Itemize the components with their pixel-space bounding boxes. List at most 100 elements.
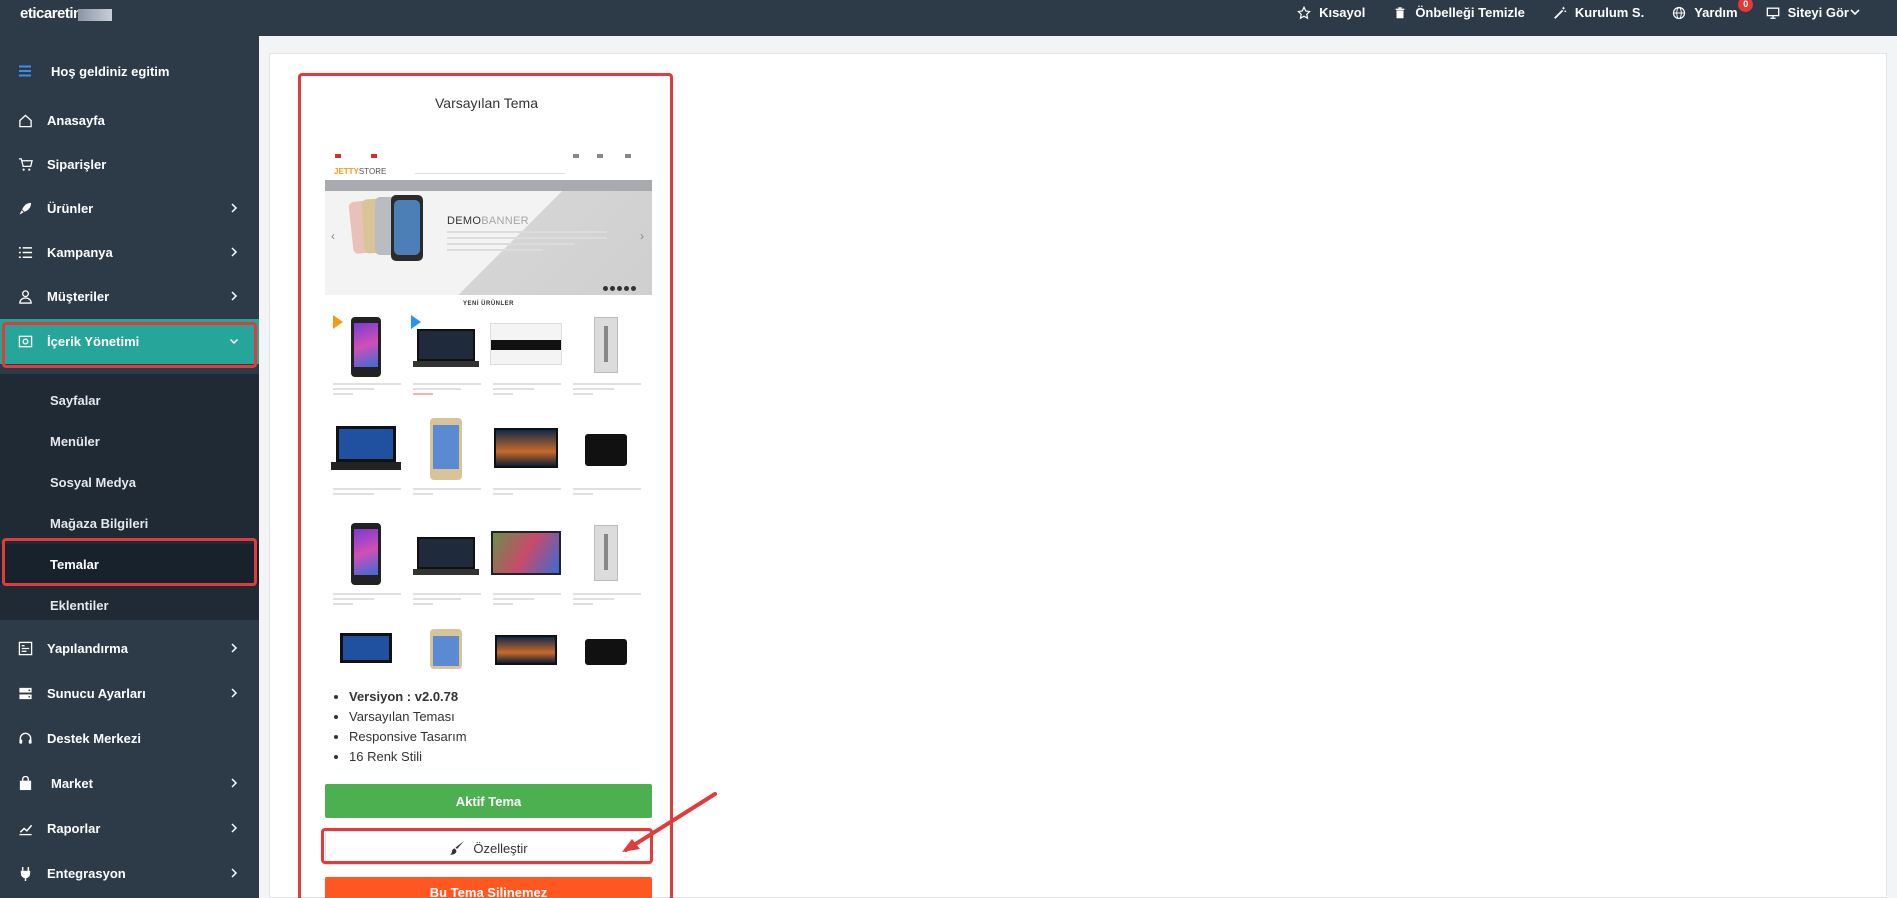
sidebar-item-market[interactable]: Market [0, 761, 259, 805]
plug-icon [20, 866, 31, 881]
preview-product [487, 523, 565, 623]
setup-wizard-label: Kurulum S. [1574, 5, 1645, 20]
chart-icon [19, 824, 33, 835]
submenu-item-label: Menüler [50, 433, 100, 449]
preview-search-bar [415, 168, 565, 174]
user-icon [19, 289, 32, 304]
chevron-right-icon [231, 868, 238, 878]
sidebar: Hoş geldiniz egitim Anasayfa Siparişler … [0, 36, 259, 898]
sidebar-item-reports[interactable]: Raporlar [0, 806, 259, 850]
preview-top-strip [325, 149, 652, 161]
chevron-right-icon [231, 778, 238, 788]
submenu-item-plugins[interactable]: Eklentiler [0, 585, 259, 625]
hamburger-icon[interactable] [18, 64, 32, 78]
delete-theme-button[interactable]: Bu Tema Silinemez [325, 877, 652, 898]
preview-product [407, 629, 485, 674]
sidebar-item-configuration[interactable]: Yapılandırma [0, 626, 259, 670]
brand-logo-text: eticaretin [20, 5, 82, 22]
rocket-icon [19, 202, 32, 215]
sidebar-item-label: Market [51, 775, 93, 791]
sidebar-item-label: Müşteriler [47, 288, 110, 304]
preview-product [327, 523, 405, 623]
shortcut-label: Kısayol [1319, 5, 1366, 20]
view-site-link[interactable]: Siteyi Gör [1766, 5, 1849, 20]
sidebar-item-content-management[interactable]: İçerik Yönetimi [0, 319, 259, 364]
top-nav: Kısayol Önbelleği Temizle Kurulum S. Yar… [1269, 0, 1849, 25]
submenu-item-label: Mağaza Bilgileri [50, 515, 149, 531]
theme-feature: Varsayılan Teması [349, 707, 467, 727]
brand-logo[interactable]: eticaretin [20, 5, 112, 23]
monitor-icon [1766, 7, 1779, 19]
sidebar-item-label: Raporlar [47, 820, 101, 836]
sidebar-item-campaign[interactable]: Kampanya [0, 230, 259, 274]
clear-cache-link[interactable]: Önbelleği Temizle [1393, 5, 1525, 20]
headset-icon [19, 732, 32, 744]
preview-product [407, 418, 485, 518]
preview-product [487, 313, 565, 413]
server-icon [19, 687, 32, 699]
preview-product [487, 629, 565, 674]
user-menu-chevron-icon[interactable] [1849, 6, 1861, 18]
content-submenu: Sayfalar Menüler Sosyal Medya Mağaza Bil… [0, 374, 259, 620]
sidebar-item-support-center[interactable]: Destek Merkezi [0, 716, 259, 760]
top-bar: eticaretin Kısayol Önbelleği Temizle Kur… [0, 0, 1897, 36]
annotation-arrow-icon [622, 792, 717, 852]
theme-version: Versiyon : v2.0.78 [349, 687, 467, 707]
welcome-text: Hoş geldiniz egitim [51, 63, 170, 79]
theme-preview-image: JETTYSTORE DEMOBANNER ‹ › YENİ ÜRÜNLER [325, 149, 652, 674]
submenu-item-themes[interactable]: Temalar [0, 544, 259, 584]
preview-section-title: YENİ ÜRÜNLER [462, 301, 514, 307]
preview-product [567, 418, 645, 518]
home-icon [19, 113, 32, 127]
sidebar-welcome: Hoş geldiniz egitim [0, 56, 259, 86]
sidebar-item-label: Sunucu Ayarları [47, 685, 146, 701]
help-label: Yardım [1694, 5, 1738, 20]
chevron-right-icon [231, 203, 238, 213]
preview-logo: JETTYSTORE [334, 167, 387, 176]
theme-card: Varsayılan Tema JETTYSTORE DEMOBANNER ‹ … [300, 75, 671, 898]
star-icon [1297, 5, 1312, 19]
sidebar-item-label: Siparişler [47, 156, 107, 172]
preview-product [487, 418, 565, 518]
config-icon [18, 641, 33, 655]
help-link[interactable]: Yardım 0 [1672, 0, 1754, 20]
brand-logo-bar [78, 9, 112, 21]
preview-product [567, 523, 645, 623]
submenu-item-label: Sayfalar [50, 392, 101, 408]
sidebar-item-server-settings[interactable]: Sunucu Ayarları [0, 671, 259, 715]
preview-product [407, 523, 485, 623]
submenu-item-label: Temalar [50, 556, 99, 572]
sidebar-item-integration[interactable]: Entegrasyon [0, 851, 259, 895]
preview-banner-title: DEMOBANNER [447, 215, 529, 227]
submenu-item-pages[interactable]: Sayfalar [0, 380, 259, 420]
chevron-down-icon [229, 338, 239, 345]
submenu-item-store-info[interactable]: Mağaza Bilgileri [0, 503, 259, 543]
sidebar-item-label: Ürünler [47, 200, 94, 216]
content-icon [18, 335, 33, 348]
submenu-item-label: Sosyal Medya [50, 474, 136, 490]
theme-features-list: Versiyon : v2.0.78 Varsayılan Teması Res… [349, 687, 467, 767]
clear-cache-label: Önbelleği Temizle [1415, 5, 1525, 20]
customize-button-label: Özelleştir [473, 840, 528, 856]
theme-feature: 16 Renk Stili [349, 747, 467, 767]
chevron-right-icon [231, 643, 238, 653]
chevron-right-icon [231, 823, 238, 833]
preview-product [327, 629, 405, 674]
sidebar-item-orders[interactable]: Siparişler [0, 142, 259, 186]
shortcut-link[interactable]: Kısayol [1297, 5, 1365, 20]
preview-product [327, 418, 405, 518]
sidebar-item-products[interactable]: Ürünler [0, 186, 259, 230]
paintbrush-icon [450, 841, 465, 855]
preview-product [327, 313, 405, 413]
sidebar-item-label: Kampanya [47, 244, 113, 260]
chevron-right-icon [231, 247, 238, 257]
magic-wand-icon [1554, 6, 1566, 19]
setup-wizard-link[interactable]: Kurulum S. [1553, 5, 1644, 20]
sidebar-item-label: Anasayfa [47, 112, 105, 128]
chevron-right-icon [231, 291, 238, 301]
submenu-item-menus[interactable]: Menüler [0, 421, 259, 461]
sidebar-item-customers[interactable]: Müşteriler [0, 274, 259, 318]
sidebar-item-home[interactable]: Anasayfa [0, 98, 259, 142]
bag-icon [19, 775, 32, 790]
submenu-item-social-media[interactable]: Sosyal Medya [0, 462, 259, 502]
